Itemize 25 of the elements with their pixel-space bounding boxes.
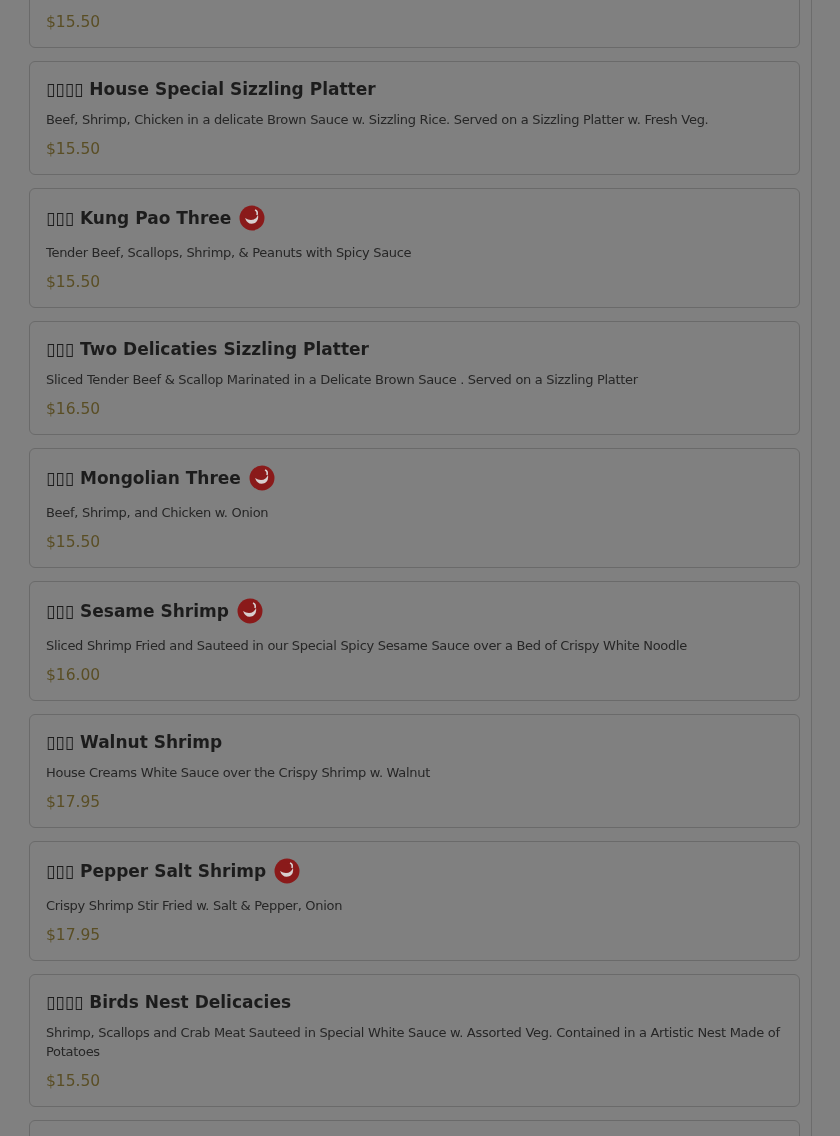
dish-description: Beef, Shrimp, and Chicken w. Onion xyxy=(46,504,270,522)
dish-price: $15.50 xyxy=(46,532,102,553)
dish-name: ▯▯▯ Sesame Shrimp xyxy=(46,600,229,622)
dish-price: $15.50 xyxy=(46,12,102,33)
dish-price: $15.50 xyxy=(46,272,102,293)
dish-name: ▯▯▯ Walnut Shrimp xyxy=(46,731,223,753)
dish-description: Beef, Shrimp, Chicken in a delicate Brown Sauce w. Sizzling Rice. Served on a Sizzling Platter w. Fresh Veg. xyxy=(46,111,710,129)
dish-price: $16.00 xyxy=(46,665,102,686)
dish-description: Sliced Tender Beef & Scallop Marinated in a Delicate Brown Sauce . Served on a Sizzling Platter xyxy=(46,371,639,389)
dish-name: ▯▯▯▯ House Special Sizzling Platter xyxy=(46,78,376,100)
dish-name: ▯▯▯ Two Delicaties Sizzling Platter xyxy=(46,338,369,360)
dish-description: Crispy Shrimp Stir Fried w. Salt & Pepper, Onion xyxy=(46,897,344,915)
dish-price: $15.50 xyxy=(46,1071,102,1092)
dish-price: $17.95 xyxy=(46,792,102,813)
dish-name: ▯▯▯▯ Birds Nest Delicacies xyxy=(46,991,292,1013)
dish-name: ▯▯▯ Kung Pao Three xyxy=(46,207,232,229)
dish-price: $15.50 xyxy=(46,139,102,160)
dish-name: ▯▯▯ Mongolian Three xyxy=(46,467,241,489)
dish-description: Shrimp, Scallops and Crab Meat Sauteed in Special White Sauce w. Assorted Veg. Contained in a Artistic Nest Made of Potatoes xyxy=(46,1024,782,1061)
dish-description: Sliced Shrimp Fried and Sauteed in our Special Spicy Sesame Sauce over a Bed of Crispy White Noodle xyxy=(46,637,688,655)
dish-name: ▯▯▯ Pepper Salt Shrimp xyxy=(46,860,267,882)
dish-description: House Creams White Sauce over the Crispy Shrimp w. Walnut xyxy=(46,764,431,782)
dish-price: $17.95 xyxy=(46,925,102,946)
dish-description: Tender Beef, Scallops, Shrimp, & Peanuts with Spicy Sauce xyxy=(46,244,413,262)
dish-price: $16.50 xyxy=(46,399,102,420)
